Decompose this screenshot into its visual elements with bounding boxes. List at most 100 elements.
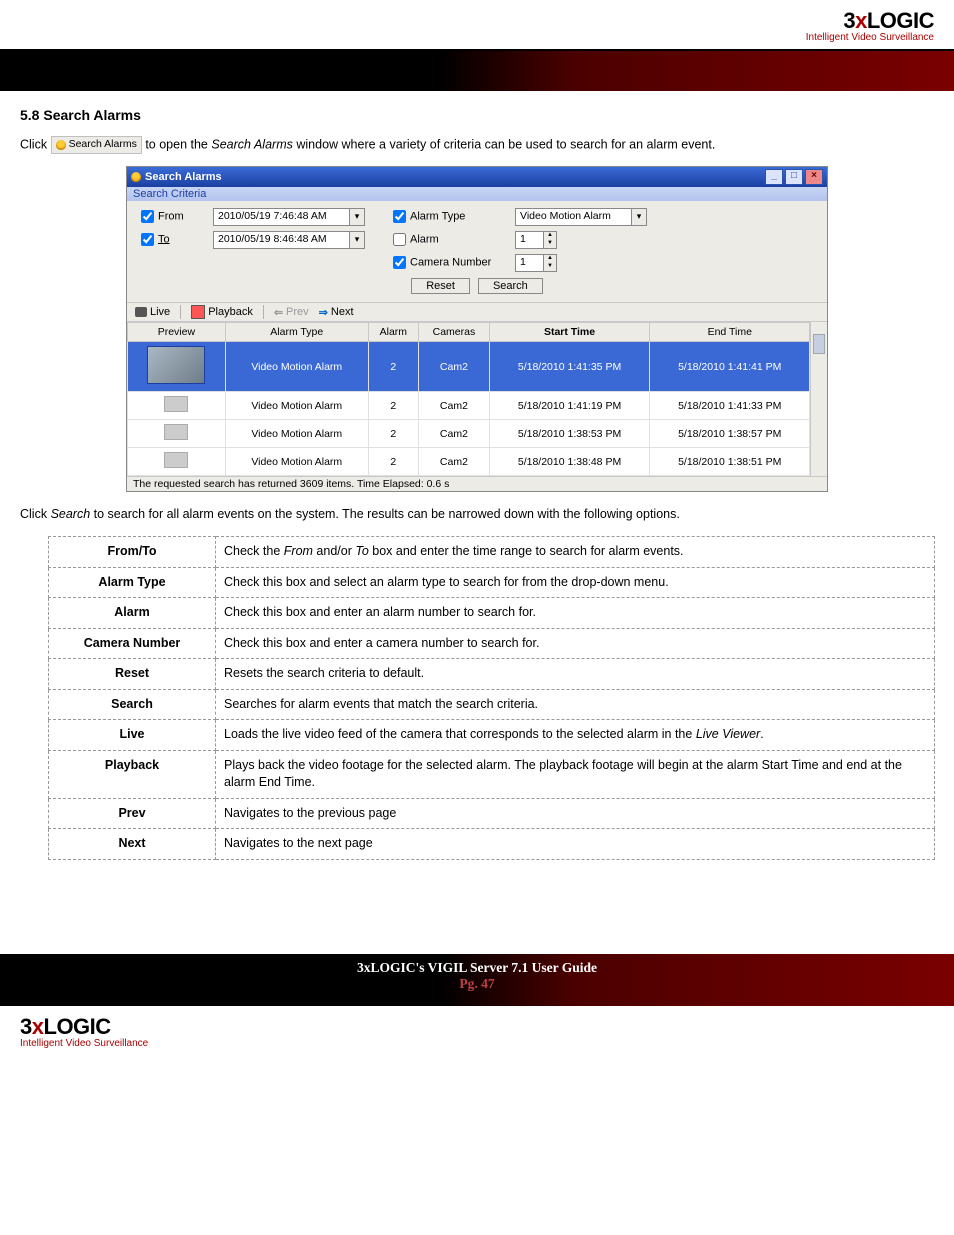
spin-down-icon[interactable]: ▼ (544, 240, 556, 248)
cell-end: 5/18/2010 1:41:41 PM (650, 342, 810, 392)
cell-preview (128, 342, 226, 392)
search-alarms-inline-button[interactable]: Search Alarms (51, 136, 142, 154)
option-desc: Check this box and enter an alarm number… (216, 598, 935, 629)
alarm-spinner[interactable]: 1▲▼ (515, 231, 557, 249)
option-desc: Plays back the video footage for the sel… (216, 750, 935, 798)
logo-logic: LOGIC (867, 8, 934, 33)
alarmtype-combo[interactable]: Video Motion Alarm▾ (515, 208, 647, 226)
option-desc: Loads the live video feed of the camera … (216, 720, 935, 751)
brand-tagline: Intelligent Video Surveillance (20, 32, 934, 43)
preview-thumbnail (164, 424, 188, 440)
to-checkbox-label[interactable]: To (137, 230, 197, 249)
table-row[interactable]: Video Motion Alarm2Cam25/18/2010 1:38:53… (128, 420, 810, 448)
minimize-button[interactable]: _ (765, 169, 783, 185)
close-button[interactable]: × (805, 169, 823, 185)
table-row[interactable]: Video Motion Alarm2Cam25/18/2010 1:41:35… (128, 342, 810, 392)
intro-em: Search Alarms (211, 137, 293, 151)
cell-start: 5/18/2010 1:38:48 PM (489, 448, 649, 476)
option-label: From/To (49, 537, 216, 568)
camnum-checkbox-label[interactable]: Camera Number (389, 253, 499, 272)
arrow-right-icon: ⇒ (319, 306, 328, 319)
post-paragraph: Click Search to search for all alarm eve… (20, 506, 934, 524)
table-row[interactable]: Video Motion Alarm2Cam25/18/2010 1:41:19… (128, 392, 810, 420)
cell-cameras: Cam2 (418, 342, 489, 392)
maximize-button[interactable]: □ (785, 169, 803, 185)
cell-alarm: 2 (368, 448, 418, 476)
alarmtype-checkbox-label[interactable]: Alarm Type (389, 207, 499, 226)
col-endtime[interactable]: End Time (650, 323, 810, 342)
logo-three: 3 (843, 8, 855, 33)
option-label: Reset (49, 659, 216, 690)
from-checkbox[interactable] (141, 210, 154, 223)
prev-button[interactable]: ⇐Prev (274, 306, 309, 319)
bell-icon (56, 140, 66, 150)
to-checkbox[interactable] (141, 233, 154, 246)
window-titlebar[interactable]: Search Alarms _ □ × (127, 167, 827, 187)
search-button[interactable]: Search (478, 278, 543, 294)
option-desc: Check the From and/or To box and enter t… (216, 537, 935, 568)
options-table: From/ToCheck the From and/or To box and … (48, 536, 935, 860)
next-button[interactable]: ⇒Next (319, 306, 354, 319)
cell-start: 5/18/2010 1:41:35 PM (489, 342, 649, 392)
footer-logo-block: 3xLOGIC Intelligent Video Surveillance (0, 1006, 954, 1049)
camera-icon (135, 307, 147, 317)
chevron-down-icon[interactable]: ▾ (631, 209, 646, 225)
footer-band: 3xLOGIC's VIGIL Server 7.1 User Guide Pg… (0, 954, 954, 1006)
option-label: Next (49, 829, 216, 860)
scrollbar-thumb[interactable] (813, 334, 825, 354)
col-alarmtype[interactable]: Alarm Type (225, 323, 368, 342)
spin-up-icon[interactable]: ▲ (544, 255, 556, 263)
col-alarm[interactable]: Alarm (368, 323, 418, 342)
live-button[interactable]: Live (135, 306, 170, 318)
chevron-down-icon[interactable]: ▾ (349, 232, 364, 248)
option-row: PrevNavigates to the previous page (49, 798, 935, 829)
option-row: SearchSearches for alarm events that mat… (49, 689, 935, 720)
option-desc: Navigates to the previous page (216, 798, 935, 829)
option-row: AlarmCheck this box and enter an alarm n… (49, 598, 935, 629)
results-scrollbar[interactable] (810, 322, 827, 476)
header-band (0, 51, 954, 91)
spin-down-icon[interactable]: ▼ (544, 263, 556, 271)
to-datetime-input[interactable]: 2010/05/19 8:46:48 AM▾ (213, 231, 365, 249)
camnum-spinner[interactable]: 1▲▼ (515, 254, 557, 272)
spin-up-icon[interactable]: ▲ (544, 232, 556, 240)
inline-button-label: Search Alarms (69, 137, 137, 152)
playback-button[interactable]: Playback (191, 305, 253, 319)
option-desc: Searches for alarm events that match the… (216, 689, 935, 720)
chevron-down-icon[interactable]: ▾ (349, 209, 364, 225)
alarm-checkbox[interactable] (393, 233, 406, 246)
results-toolbar: Live Playback ⇐Prev ⇒Next (127, 302, 827, 322)
cell-end: 5/18/2010 1:38:57 PM (650, 420, 810, 448)
reset-button[interactable]: Reset (411, 278, 470, 294)
intro-paragraph: Click Search Alarms to open the Search A… (20, 136, 934, 154)
col-preview[interactable]: Preview (128, 323, 226, 342)
option-desc: Check this box and enter a camera number… (216, 628, 935, 659)
table-row[interactable]: Video Motion Alarm2Cam25/18/2010 1:38:48… (128, 448, 810, 476)
cell-alarm: 2 (368, 420, 418, 448)
from-datetime-input[interactable]: 2010/05/19 7:46:48 AM▾ (213, 208, 365, 226)
option-label: Search (49, 689, 216, 720)
from-checkbox-label[interactable]: From (137, 207, 197, 226)
intro-mid: to open the (145, 137, 211, 151)
option-row: ResetResets the search criteria to defau… (49, 659, 935, 690)
option-label: Live (49, 720, 216, 751)
cell-cameras: Cam2 (418, 392, 489, 420)
toolbar-separator (263, 305, 264, 319)
toolbar-separator (180, 305, 181, 319)
option-row: LiveLoads the live video feed of the cam… (49, 720, 935, 751)
cell-alarm_type: Video Motion Alarm (225, 392, 368, 420)
page-content: 5.8 Search Alarms Click Search Alarms to… (0, 91, 954, 864)
option-row: Alarm TypeCheck this box and select an a… (49, 567, 935, 598)
cell-alarm_type: Video Motion Alarm (225, 342, 368, 392)
option-row: NextNavigates to the next page (49, 829, 935, 860)
criteria-panel: From 2010/05/19 7:46:48 AM▾ Alarm Type V… (127, 201, 827, 302)
col-starttime[interactable]: Start Time (489, 323, 649, 342)
cell-start: 5/18/2010 1:41:19 PM (489, 392, 649, 420)
intro-prefix: Click (20, 137, 51, 151)
cell-cameras: Cam2 (418, 420, 489, 448)
alarmtype-checkbox[interactable] (393, 210, 406, 223)
camnum-checkbox[interactable] (393, 256, 406, 269)
col-cameras[interactable]: Cameras (418, 323, 489, 342)
alarm-checkbox-label[interactable]: Alarm (389, 230, 499, 249)
cell-alarm: 2 (368, 342, 418, 392)
